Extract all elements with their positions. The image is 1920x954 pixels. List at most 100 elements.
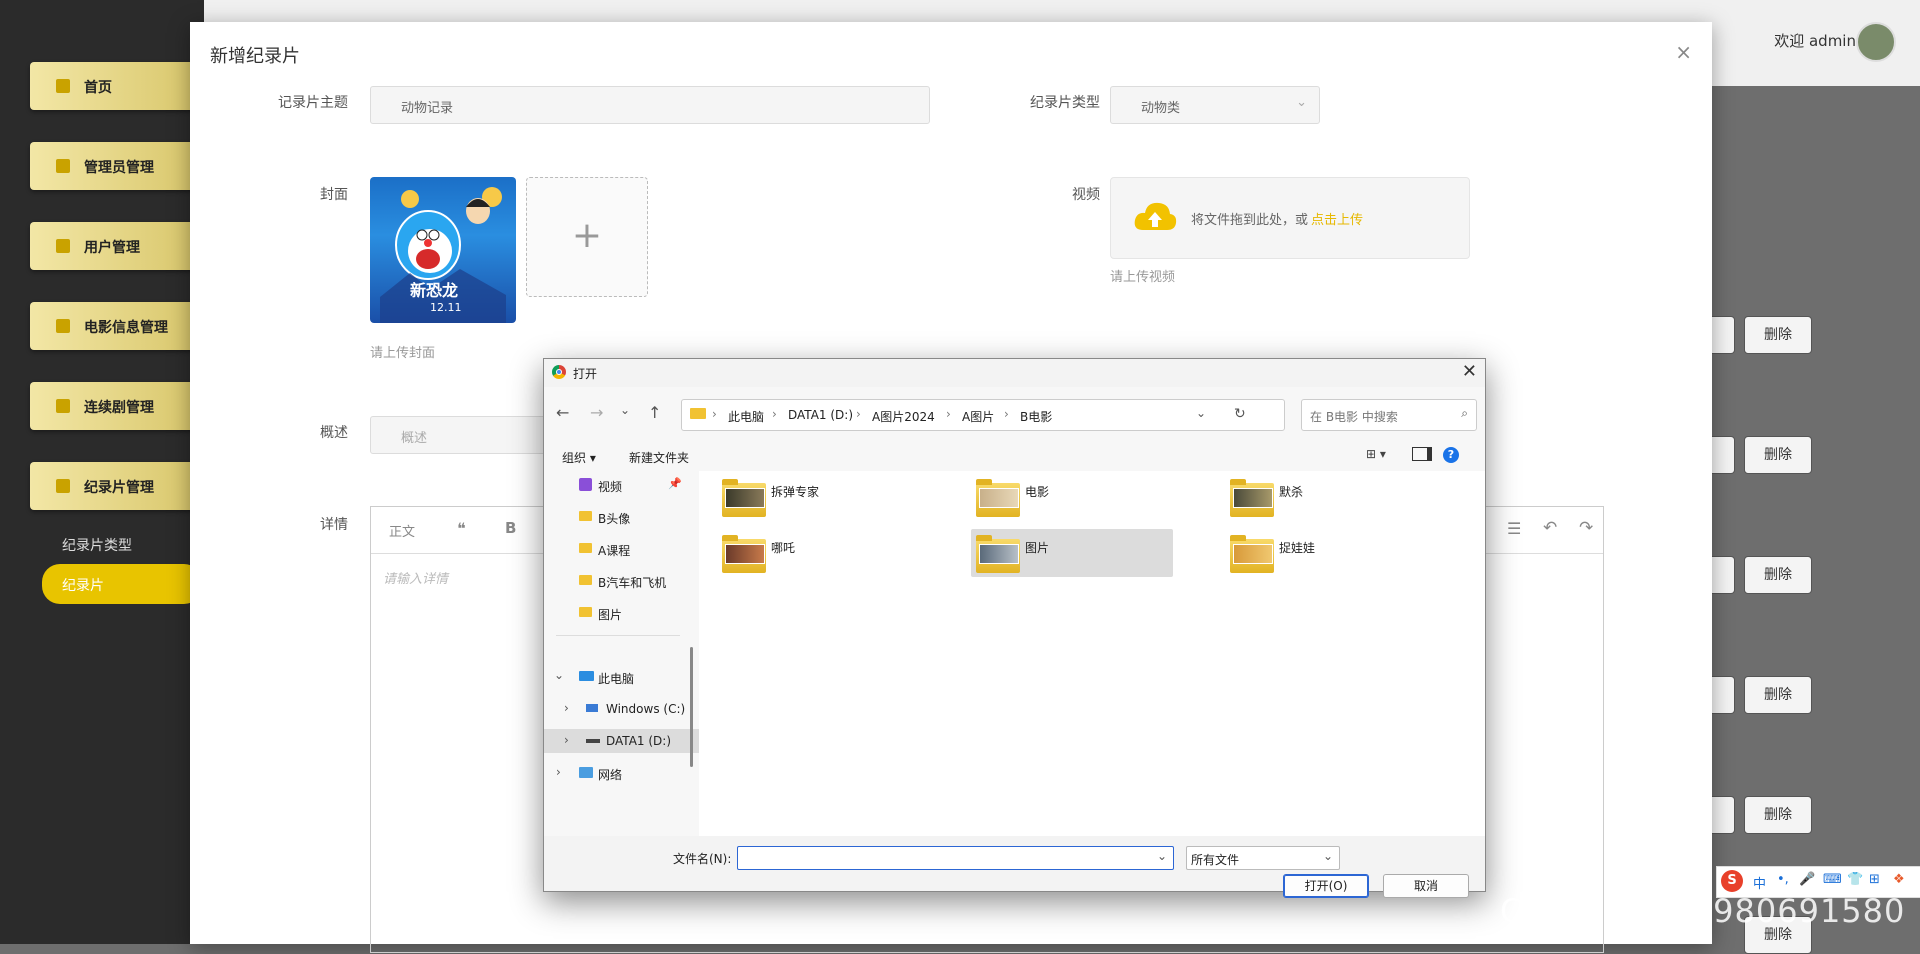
- align-icon[interactable]: ☰: [1507, 519, 1521, 538]
- quote-icon[interactable]: ❝: [457, 519, 466, 538]
- upload-link[interactable]: 点击上传: [1311, 209, 1363, 228]
- forward-icon[interactable]: →: [590, 403, 603, 422]
- pin-icon: 📌: [668, 477, 682, 490]
- view-options-icon[interactable]: ⊞ ▾: [1366, 447, 1386, 461]
- sidebar-item-admins[interactable]: 管理员管理: [30, 142, 200, 190]
- skin-icon[interactable]: 👕: [1847, 872, 1863, 887]
- nav-item-b-avatar[interactable]: B头像: [544, 505, 699, 529]
- sidebar-item-series[interactable]: 连续剧管理: [30, 382, 200, 430]
- nav-item-drive-c[interactable]: › Windows (C:): [544, 697, 699, 721]
- preview-pane-icon[interactable]: [1412, 447, 1432, 461]
- chevron-right-icon[interactable]: ›: [556, 765, 561, 779]
- chevron-down-icon: ⌄: [1322, 849, 1333, 863]
- modal-title: 新增纪录片: [210, 46, 300, 67]
- file-list: 拆弹专家 电影 默杀 哪吒 图片 捉娃娃: [699, 471, 1485, 836]
- search-input[interactable]: 在 B电影 中搜索 ⌕: [1301, 399, 1477, 431]
- sidebar-item-users[interactable]: 用户管理: [30, 222, 200, 270]
- cover-image: 新恐龙 12.11: [370, 177, 516, 323]
- recent-dropdown-icon[interactable]: ⌄: [620, 403, 630, 417]
- close-icon[interactable]: ✕: [1462, 361, 1477, 382]
- cover-hint: 请上传封面: [370, 346, 436, 361]
- sogou-logo-icon: S: [1721, 870, 1743, 892]
- nav-item-videos[interactable]: 视频 📌: [544, 473, 699, 497]
- folder-item[interactable]: 默杀: [1225, 473, 1427, 521]
- delete-button[interactable]: 删除: [1744, 316, 1812, 354]
- keyboard-icon[interactable]: ⌨: [1823, 872, 1842, 887]
- nav-item-drive-d[interactable]: › DATA1 (D:): [544, 729, 699, 753]
- chrome-icon: [552, 365, 566, 379]
- punctuation-icon[interactable]: •,: [1777, 872, 1789, 887]
- open-button[interactable]: 打开(O): [1283, 874, 1369, 898]
- folder-item[interactable]: 捉娃娃: [1225, 529, 1427, 577]
- subject-input[interactable]: 动物记录: [370, 86, 930, 124]
- microphone-icon[interactable]: 🎤: [1799, 872, 1815, 887]
- filetype-select[interactable]: 所有文件 ⌄: [1186, 846, 1340, 870]
- ime-mode[interactable]: 中: [1753, 873, 1766, 892]
- close-icon[interactable]: ×: [1675, 40, 1692, 64]
- refresh-icon[interactable]: ↻: [1234, 406, 1246, 422]
- navigation-pane: 视频 📌 B头像 A课程 B汽车和飞机 图片 ⌄ 此电脑 › Windows (…: [544, 471, 699, 836]
- nav-item-network[interactable]: › 网络: [544, 761, 699, 785]
- chevron-down-icon[interactable]: ⌄: [1157, 849, 1167, 863]
- file-open-dialog: 打开 ✕ ← → ⌄ ↑ › 此电脑 › DATA1 (D:) › A图片202…: [543, 358, 1486, 898]
- undo-icon[interactable]: ↶: [1543, 518, 1557, 538]
- folder-item-selected[interactable]: 图片: [971, 529, 1173, 577]
- type-select[interactable]: 动物类 ⌄: [1110, 86, 1320, 124]
- drive-icon: [586, 739, 600, 743]
- chevron-down-icon[interactable]: ⌄: [1196, 406, 1206, 420]
- video-label: 视频: [1072, 187, 1100, 203]
- breadcrumb-a-pictures-2024[interactable]: A图片2024: [872, 408, 935, 425]
- breadcrumb-a-pictures[interactable]: A图片: [962, 408, 994, 425]
- organize-menu[interactable]: 组织 ▾: [562, 449, 596, 466]
- folder-icon: [976, 535, 1020, 573]
- folder-icon: [1230, 535, 1274, 573]
- nav-item-this-pc[interactable]: ⌄ 此电脑: [544, 665, 699, 689]
- chevron-down-icon[interactable]: ⌄: [554, 668, 564, 682]
- help-icon[interactable]: ?: [1443, 447, 1459, 463]
- dialog-titlebar: 打开 ✕: [544, 359, 1485, 387]
- back-icon[interactable]: ←: [556, 403, 569, 422]
- nav-item-a-courses[interactable]: A课程: [544, 537, 699, 561]
- extra-icon[interactable]: ❖: [1893, 872, 1905, 887]
- bold-icon[interactable]: B: [505, 519, 516, 537]
- nav-item-pictures[interactable]: 图片: [544, 601, 699, 625]
- delete-button[interactable]: 删除: [1744, 676, 1812, 714]
- sidebar-item-home[interactable]: 首页: [30, 62, 200, 110]
- toolbox-icon[interactable]: ⊞: [1869, 872, 1880, 887]
- subject-label: 记录片主题: [278, 95, 348, 111]
- chevron-right-icon[interactable]: ›: [564, 701, 569, 715]
- chevron-down-icon: ⌄: [1296, 95, 1307, 110]
- search-icon: ⌕: [1461, 406, 1468, 420]
- avatar[interactable]: [1856, 22, 1896, 62]
- breadcrumb-b-movies[interactable]: B电影: [1020, 408, 1052, 425]
- sidebar-item-movies[interactable]: 电影信息管理: [30, 302, 200, 350]
- delete-button[interactable]: 删除: [1744, 556, 1812, 594]
- style-dropdown[interactable]: 正文: [389, 521, 415, 540]
- delete-button[interactable]: 删除: [1744, 796, 1812, 834]
- address-bar[interactable]: › 此电脑 › DATA1 (D:) › A图片2024 › A图片 › B电影…: [681, 399, 1285, 431]
- cancel-button[interactable]: 取消: [1383, 874, 1469, 898]
- up-icon[interactable]: ↑: [648, 403, 661, 422]
- windows-drive-icon: [586, 704, 598, 712]
- summary-input[interactable]: 概述: [370, 416, 552, 454]
- breadcrumb-this-pc[interactable]: 此电脑: [728, 408, 764, 425]
- chevron-right-icon[interactable]: ›: [564, 733, 569, 747]
- filename-input[interactable]: ⌄: [737, 846, 1174, 870]
- folder-item[interactable]: 电影: [971, 473, 1173, 521]
- folder-item[interactable]: 拆弹专家: [717, 473, 919, 521]
- sidebar-subitem-doc[interactable]: 纪录片: [42, 564, 202, 604]
- scrollbar[interactable]: [690, 647, 693, 767]
- add-cover-button[interactable]: +: [526, 177, 648, 297]
- folder-icon: [579, 575, 592, 585]
- folder-item[interactable]: 哪吒: [717, 529, 919, 577]
- new-folder-button[interactable]: 新建文件夹: [629, 449, 689, 466]
- poster-date: 12.11: [430, 301, 462, 314]
- cloud-upload-icon: [1134, 202, 1177, 230]
- redo-icon[interactable]: ↷: [1579, 518, 1593, 538]
- breadcrumb-data1[interactable]: DATA1 (D:): [788, 408, 853, 422]
- sidebar-item-documentaries[interactable]: 纪录片管理: [30, 462, 200, 510]
- delete-button[interactable]: 删除: [1744, 436, 1812, 474]
- video-upload-area[interactable]: 将文件拖到此处，或 点击上传: [1110, 177, 1470, 259]
- nav-item-b-cars[interactable]: B汽车和飞机: [544, 569, 699, 593]
- sidebar-subitem-doc-type[interactable]: 纪录片类型: [62, 535, 132, 555]
